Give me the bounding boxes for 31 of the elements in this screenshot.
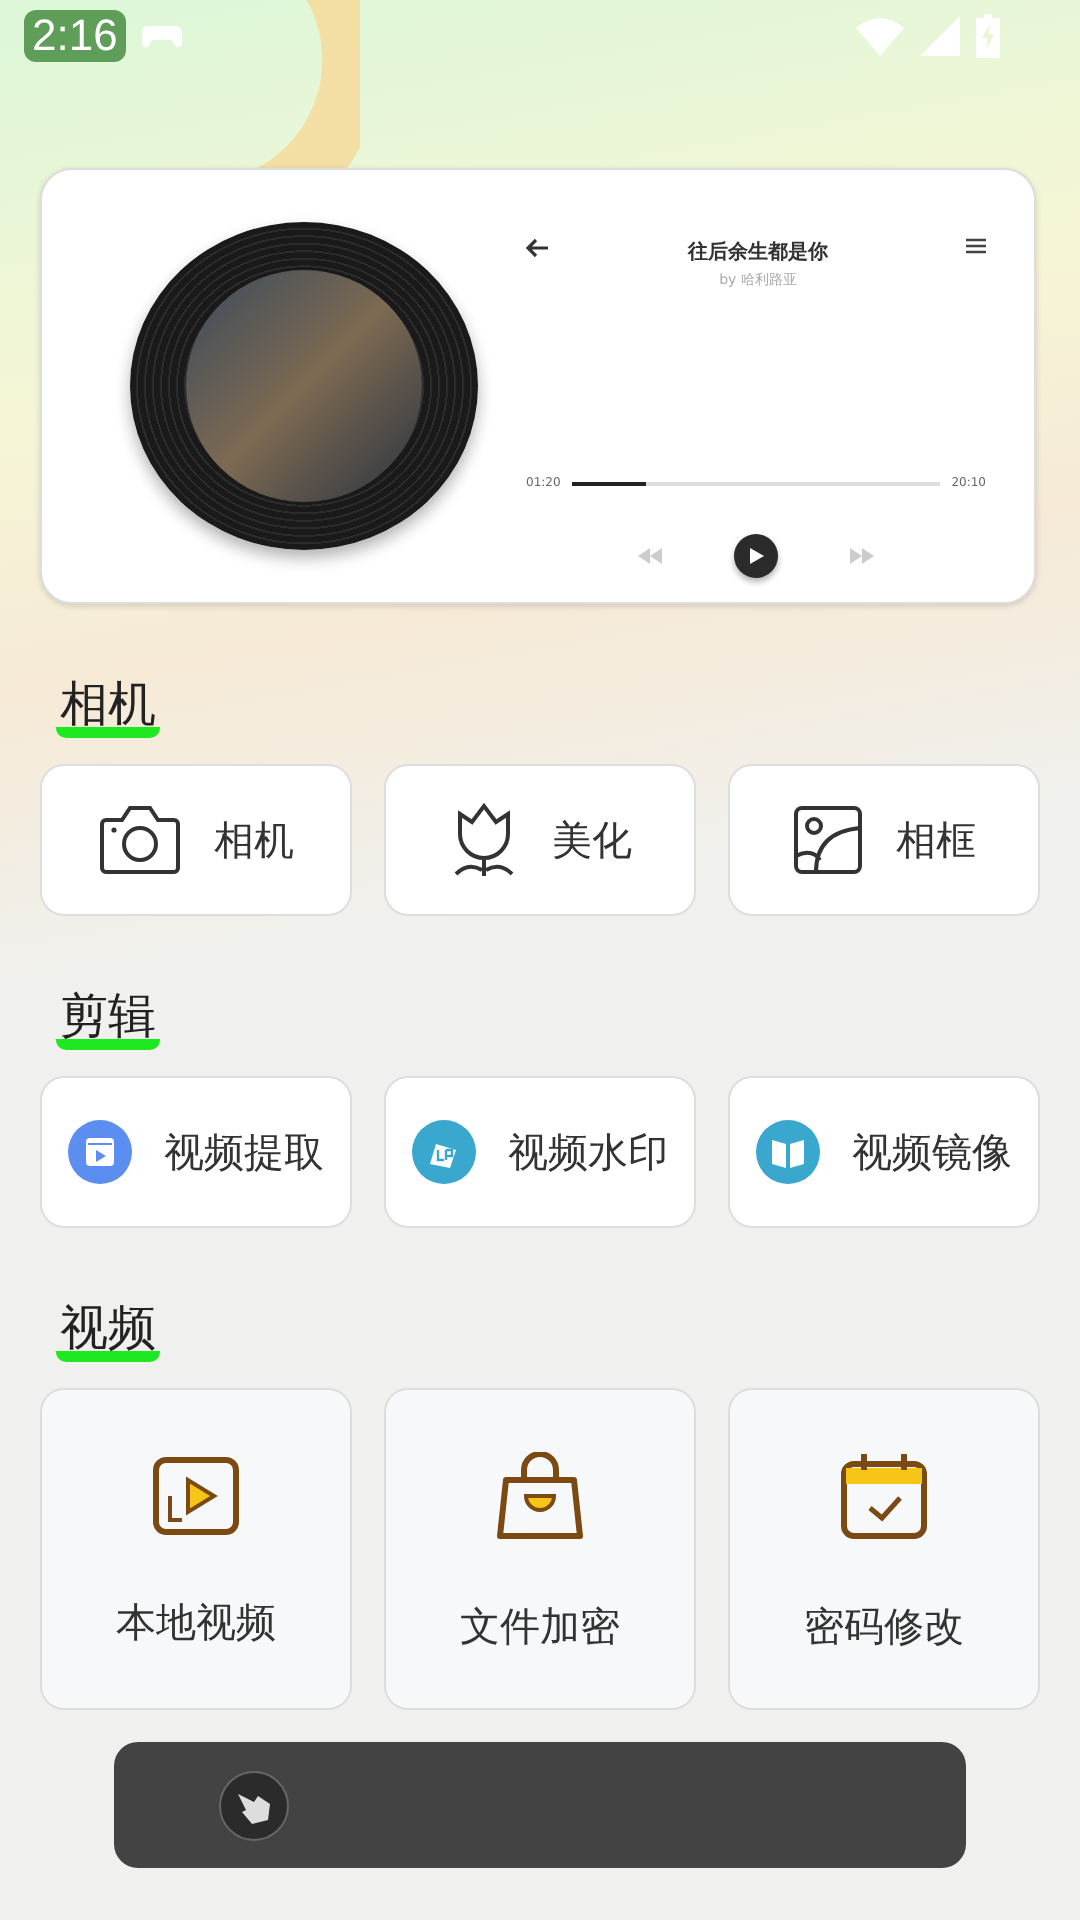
stamp-icon: [412, 1120, 476, 1184]
feature-button[interactable]: 文件加密: [384, 1388, 696, 1710]
back-arrow-icon[interactable]: [526, 238, 550, 258]
feature-button[interactable]: 美化: [384, 764, 696, 916]
feature-button[interactable]: 相框: [728, 764, 1040, 916]
section-title: 相机: [56, 676, 160, 738]
menu-icon[interactable]: [966, 238, 986, 254]
hand-pointer-icon[interactable]: [218, 1769, 290, 1841]
feature-button[interactable]: 本地视频: [40, 1388, 352, 1710]
open-book-icon: [756, 1120, 820, 1184]
feature-button[interactable]: 视频镜像: [728, 1076, 1040, 1228]
picture-icon: [792, 804, 864, 876]
bag-icon: [494, 1452, 586, 1540]
feature-button[interactable]: 视频水印: [384, 1076, 696, 1228]
section-title: 剪辑: [56, 988, 160, 1050]
feature-button[interactable]: 密码修改: [728, 1388, 1040, 1710]
calendar-check-icon: [840, 1452, 928, 1540]
feature-button[interactable]: 相机: [40, 764, 352, 916]
battery-icon: [976, 14, 1000, 58]
song-title: 往后余生都是你: [688, 239, 828, 266]
wifi-icon: [856, 16, 904, 56]
play-video-icon: [152, 1456, 240, 1536]
gamepad-icon: [141, 22, 182, 50]
video-extract-icon: [68, 1120, 132, 1184]
play-icon: [748, 548, 764, 564]
signal-icon: [920, 16, 960, 56]
camera-icon: [98, 804, 182, 876]
section-title: 视频: [56, 1300, 160, 1362]
feature-button[interactable]: 视频提取: [40, 1076, 352, 1228]
status-time: 2:16: [24, 10, 126, 62]
play-button[interactable]: [734, 534, 778, 578]
